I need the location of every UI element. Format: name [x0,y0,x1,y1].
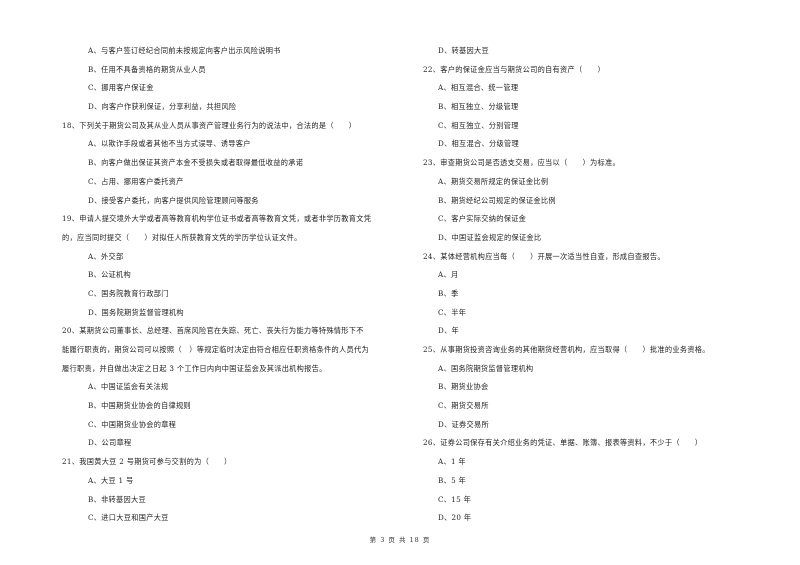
answer-option: B、非转基因大豆 [88,494,146,504]
answer-option: A、期货交易所规定的保证金比例 [438,176,549,186]
question-text: 履行职责，并自做出决定之日起 3 个工作日内向中国证监会及其派出机构报告。 [62,363,327,373]
question-text: 23、审查期货公司是否透支交易，应当以（ ）为标准。 [423,158,620,168]
answer-option: A、与客户签订经纪合同前未按规定向客户出示风险说明书 [88,46,281,55]
question-text: 20、某期货公司董事长、总经理、首席风险官在失踪、死亡、丧失行为能力等特殊情形下… [62,326,364,336]
question-text: 22、客户的保证金应当与期货公司的自有资产（ ） [423,64,605,74]
answer-option: C、相互独立、分别管理 [438,120,519,130]
answer-option: D、转基因大豆 [438,46,489,55]
answer-option: D、20 年 [438,513,472,523]
answer-option: B、5 年 [438,475,467,485]
question-text: 能履行职责的，期货公司可以按照（ ）等规定临时决定由符合相应任职资格条件的人员代… [62,345,369,354]
answer-option: A、以欺诈手段或者其他不当方式误导、诱导客户 [88,139,251,149]
answer-option: B、期货经纪公司规定的保证金比例 [438,195,556,205]
answer-option: C、中国期货业协会的章程 [88,419,177,429]
answer-option: B、相互独立、分级管理 [438,102,519,112]
answer-option: D、年 [438,326,460,336]
answer-option: B、期货业协会 [438,382,489,392]
answer-option: D、接受客户委托，向客户提供风险管理顾问等服务 [88,195,259,205]
question-text: 19、申请人提交境外大学或者高等教育机构学位证书或者高等教育文凭，或者非学历教育… [62,214,372,224]
question-text: 25、从事期货投资咨询业务的其他期货经营机构，应当取得（ ）批准的业务资格。 [423,345,710,354]
answer-option: A、1 年 [438,457,466,467]
answer-option: A、外交部 [88,251,124,261]
answer-option: A、大豆 1 号 [88,475,134,485]
answer-option: C、占用、挪用客户委托资产 [88,176,184,186]
answer-option: C、期货交易所 [438,401,489,411]
answer-option: C、挪用客户保证金 [88,83,154,93]
answer-option: B、任用不具备资格的期货从业人员 [88,64,206,74]
answer-option: C、半年 [438,307,467,317]
answer-option: B、向客户做出保证其资产本金不受损失或者取得最低收益的承诺 [88,158,304,168]
question-text: 24、某体经营机构应当每（ ）开展一次适当性自查，形成自查报告。 [423,251,665,261]
answer-option: C、15 年 [438,494,472,504]
right-column: D、转基因大豆 22、客户的保证金应当与期货公司的自有资产（ ） A、相互混合、统一… [423,42,768,528]
answer-option: C、客户实际交纳的保证金 [438,214,527,224]
answer-option: C、国务院教育行政部门 [88,288,169,298]
page-footer: 第 3 页 共 18 页 [369,536,431,544]
answer-option: B、中国期货业协会的自律规则 [88,401,191,411]
answer-option: A、中国证监会有关法规 [88,382,169,392]
answer-option: D、向客户作获利保证，分享利益，共担风险 [88,102,237,112]
question-text: 的，应当同时提交（ ）对拟任人所获教育文凭的学历学位认证文件。 [62,232,302,242]
answer-option: A、国务院期货监督管理机构 [438,363,534,373]
answer-option: D、证券交易所 [438,419,489,429]
answer-option: D、公司章程 [88,438,132,448]
answer-option: A、相互混合、统一管理 [438,83,519,93]
question-text: 26、证券公司保存有关介绍业务的凭证、单据、账簿、报表等资料，不少于（ ） [423,438,703,448]
answer-option: C、进口大豆和国产大豆 [88,513,169,523]
answer-option: A、月 [438,270,459,280]
answer-option: B、公证机构 [88,270,132,280]
answer-option: D、相互混合、分级管理 [438,139,519,149]
left-column: A、与客户签订经纪合同前未按规定向客户出示风险说明书 B、任用不具备资格的期货从业… [62,42,407,528]
answer-option: D、中国证监会规定的保证金比 [438,232,542,242]
answer-option: D、国务院期货监督管理机构 [88,307,184,317]
question-text: 18、下列关于期货公司及其从业人员从事资产管理业务行为的说法中，合法的是（ ） [62,120,357,130]
answer-option: B、季 [438,288,459,298]
question-text: 21、我国黄大豆 2 号期货可参与交割的为（ ） [62,457,232,467]
